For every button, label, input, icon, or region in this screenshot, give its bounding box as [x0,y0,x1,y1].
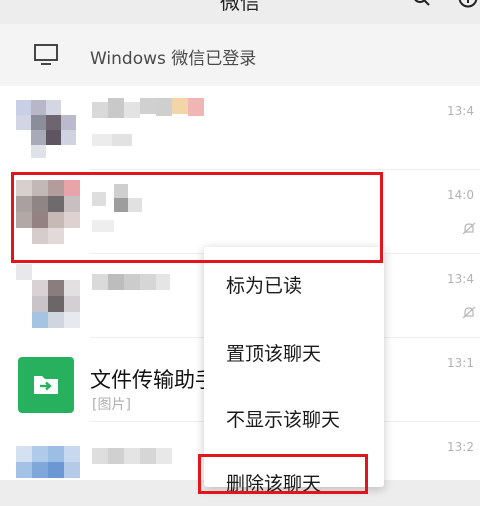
chat-name: 文件传输助手 [90,368,216,392]
mute-bell-icon [462,222,476,235]
app-title: 微信 [220,0,260,14]
chat-name [92,444,212,474]
plus-circle-icon[interactable] [458,0,478,8]
avatar [16,264,80,328]
highlight-box-delete-item [198,454,368,494]
chat-time: 13:4 [447,104,474,118]
menu-item-pin-chat[interactable]: 置顶该聊天 [226,339,321,366]
highlight-box-chat-row [11,172,383,263]
chat-name [92,268,172,298]
menu-item-mark-read[interactable]: 标为已读 [226,271,302,298]
chat-name [92,98,212,128]
file-transfer-avatar [18,357,74,413]
chat-row[interactable]: 13:4 [0,86,480,170]
chat-time: 13:4 [447,272,474,286]
windows-login-bar[interactable]: Windows 微信已登录 [0,24,480,86]
avatar [16,100,76,158]
windows-login-text: Windows 微信已登录 [90,49,257,69]
folder-arrow-icon [34,376,58,394]
mute-bell-icon [462,306,476,319]
chat-time: 14:0 [447,188,474,202]
chat-time: 13:2 [447,440,474,454]
search-icon[interactable] [412,0,430,6]
chat-time: 13:1 [447,356,474,370]
context-menu: 标为已读 置顶该聊天 不显示该聊天 删除该聊天 [204,247,384,495]
menu-item-hide-chat[interactable]: 不显示该聊天 [226,405,340,432]
chat-preview: [图片] [92,397,131,413]
avatar [16,446,80,486]
top-bar: 微信 [0,0,480,24]
monitor-icon [34,44,58,65]
chat-preview [92,134,152,150]
